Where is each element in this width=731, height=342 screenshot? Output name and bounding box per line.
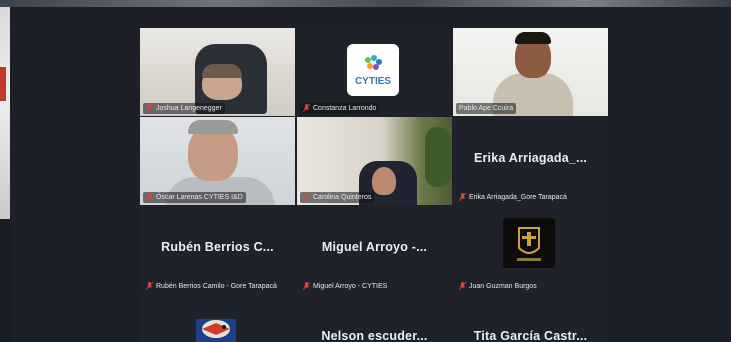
tile-miguel[interactable]: Miguel Arroyo -... Miguel Arroyo - CYTIE… [297,206,452,294]
participant-name: Óscar Larenas CYTIES I&D [156,194,243,201]
participant-display-name: Rubén Berrios C... [161,240,274,254]
tile-oscar[interactable]: Óscar Larenas CYTIES I&D [140,117,295,205]
participant-nametag: Carolina Quinteros [300,192,375,203]
mic-muted-icon [459,193,466,202]
left-screen-strip [0,7,10,219]
mic-muted-icon [303,193,310,202]
left-accent [0,67,6,101]
tile-constanza[interactable]: CYTIES Constanza Larrondo [297,28,452,116]
participant-nametag: Joshua Langenegger [143,103,225,114]
participant-nametag: Juan Guzman Burgos [456,281,540,292]
tile-carolina[interactable]: Carolina Quinteros [297,117,452,205]
participant-name: Erika Arriagada_Gore Tarapacá [469,194,567,201]
participant-nametag: Pablo Ape Ccuira [456,103,517,114]
participant-name: Joshua Langenegger [156,105,222,112]
participant-nametag: Óscar Larenas CYTIES I&D [143,192,246,203]
logo-text: CYTIES [354,75,392,87]
participant-nametag: Rubén Berrios Camilo - Gore Tarapacá [143,281,280,292]
participant-name: Carolina Quinteros [313,194,372,201]
mic-muted-icon [459,282,466,291]
participant-name: Constanza Larrondo [313,105,377,112]
mic-muted-icon [146,104,153,113]
participant-name: Pablo Ape Ccuira [459,105,514,112]
participant-display-name: Miguel Arroyo -... [321,240,428,254]
participant-nametag: Erika Arriagada_Gore Tarapacá [456,192,570,203]
tile-erika[interactable]: Erika Arriagada_... Erika Arriagada_Gore… [453,117,608,205]
hair [188,120,238,134]
tile-pablo[interactable]: Pablo Ape Ccuira [453,28,608,116]
mic-muted-icon [303,282,310,291]
tile-ruben[interactable]: Rubén Berrios C... Rubén Berrios Camilo … [140,206,295,294]
tile-joshua[interactable]: Joshua Langenegger [140,28,295,116]
participant-display-name: Erika Arriagada_... [473,151,588,165]
top-screen-strip [0,0,731,7]
participant-nametag: Constanza Larrondo [300,103,380,114]
tile-juan[interactable]: Juan Guzman Burgos [453,206,608,294]
mic-muted-icon [146,193,153,202]
participant-name: Miguel Arroyo - CYTIES [313,283,388,290]
cyties-logo: CYTIES [347,44,399,96]
video-grid: Joshua Langenegger CYTIES Constanza Larr… [10,7,731,342]
mic-muted-icon [146,282,153,291]
tile-tita[interactable]: Tita García Castr... [453,295,608,342]
hair [202,64,242,78]
tile-nelson[interactable]: Nelson escuder... [297,295,452,342]
cyties-logo-icon [365,54,382,70]
hair [515,32,551,44]
participant-nametag: Miguel Arroyo - CYTIES [300,281,390,292]
participant-name: Rubén Berrios Camilo - Gore Tarapacá [156,283,277,290]
participant-display-name: Tita García Castr... [473,329,588,342]
person-head [372,167,396,195]
emblem-icon [517,227,541,261]
emblem-avatar [503,218,555,268]
participant-name: Juan Guzman Burgos [469,283,537,290]
mic-muted-icon [303,104,310,113]
participant-display-name: Nelson escuder... [321,329,428,342]
plant [425,127,451,187]
tile-fish-avatar[interactable] [140,295,295,342]
fish-avatar-icon [196,319,236,342]
